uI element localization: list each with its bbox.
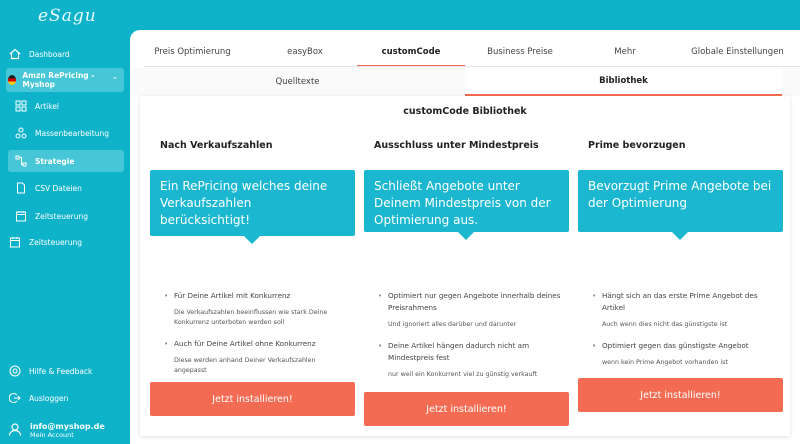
- card-point-detail: Diese werden anhand Deiner Verkaufszahle…: [174, 357, 316, 374]
- chevron-up-icon: ⌃: [112, 76, 118, 84]
- tab-quelltexte[interactable]: Quelltexte: [130, 68, 465, 96]
- install-button[interactable]: Jetzt installieren!: [364, 392, 569, 426]
- tab-mehr[interactable]: Mehr: [575, 38, 675, 66]
- sidebar-item-label: CSV Dateien: [35, 183, 82, 193]
- lifebuoy-icon: [8, 364, 22, 378]
- account-label: Mein Account: [30, 431, 74, 439]
- library-card-prime: Prime bevorzugen Bevorzugt Prime Angebot…: [578, 96, 783, 436]
- strategy-icon: [14, 154, 28, 168]
- sidebar-item-label: Artikel: [35, 101, 60, 111]
- card-points: Für Deine Artikel mit Konkurrenz Die Ver…: [164, 290, 349, 386]
- tab-business-preise[interactable]: Business Preise: [465, 38, 575, 66]
- library-content: customCode Bibliothek Nach Verkaufszahle…: [140, 96, 790, 436]
- card-bubble: Ein RePricing welches deine Verkaufszahl…: [150, 170, 355, 244]
- sidebar-item-label: Zeitsteuerung: [29, 237, 82, 247]
- home-icon: [8, 47, 22, 61]
- sidebar-item-strategie[interactable]: Strategie: [8, 150, 124, 172]
- help-feedback-link[interactable]: Hilfe & Feedback: [6, 360, 124, 382]
- card-point-detail: wenn kein Prime Angebot vorhanden ist: [602, 359, 728, 366]
- primary-tabs: Preis Optimierung easyBox customCode Bus…: [130, 38, 800, 67]
- card-point: Auch für Deine Artikel ohne Konkurrenz: [164, 338, 349, 350]
- sidebar-item-label: Dashboard: [29, 49, 70, 59]
- logout-link[interactable]: Ausloggen: [6, 387, 124, 409]
- card-point: Hängt sich an das erste Prime Angebot de…: [592, 290, 777, 314]
- install-button[interactable]: Jetzt installieren!: [578, 378, 783, 412]
- app-logo: eSagu: [38, 6, 97, 26]
- tab-customcode[interactable]: customCode: [357, 38, 465, 67]
- card-points: Optimiert nur gegen Angebote innerhalb d…: [378, 290, 563, 390]
- tab-easybox[interactable]: easyBox: [255, 38, 355, 66]
- help-label: Hilfe & Feedback: [29, 366, 93, 376]
- user-icon: [8, 421, 22, 440]
- card-heading: Prime bevorzugen: [588, 140, 686, 151]
- card-bubble: Schließt Angebote unter Deinem Mindestpr…: [364, 170, 569, 240]
- items-icon: [14, 99, 28, 113]
- library-card-verkaufszahlen: Nach Verkaufszahlen Ein RePricing welche…: [150, 96, 355, 436]
- sidebar-item-artikel[interactable]: Artikel: [8, 95, 124, 117]
- account-email: info@myshop.de: [30, 422, 105, 431]
- card-heading: Nach Verkaufszahlen: [160, 140, 273, 151]
- sidebar-item-label: Zeitsteuerung: [35, 211, 88, 221]
- logout-label: Ausloggen: [29, 393, 69, 403]
- logout-icon: [8, 391, 22, 405]
- card-bubble: Bevorzugt Prime Angebote bei der Optimie…: [578, 170, 783, 240]
- card-point: Optimiert gegen das günstigste Angebot: [592, 340, 777, 352]
- calendar-icon: [14, 209, 28, 223]
- card-heading: Ausschluss unter Mindestpreis: [374, 140, 539, 151]
- flag-icon: [8, 75, 17, 85]
- sidebar-item-massenbearbeitung[interactable]: Massenbearbeitung: [8, 122, 124, 144]
- card-point: Optimiert nur gegen Angebote innerhalb d…: [378, 290, 563, 314]
- card-point: Deine Artikel hängen dadurch nicht am Mi…: [378, 340, 563, 364]
- card-point-detail: nur weil ein Konkurrent viel zu günstig …: [388, 371, 538, 378]
- card-point-detail: Die Verkaufszahlen beeinflussen wie star…: [174, 309, 328, 326]
- tab-preis-optimierung[interactable]: Preis Optimierung: [130, 38, 255, 66]
- file-icon: [14, 181, 28, 195]
- tabs-divider: [144, 66, 800, 67]
- tab-bibliothek[interactable]: Bibliothek: [465, 68, 782, 96]
- sidebar-item-csv[interactable]: CSV Dateien: [8, 177, 124, 199]
- card-point-detail: Und ignoriert alles darüber und darunter: [388, 321, 517, 328]
- card-point: Für Deine Artikel mit Konkurrenz: [164, 290, 349, 302]
- sidebar-item-zeitsteuerung-sub[interactable]: Zeitsteuerung: [8, 205, 124, 227]
- install-button[interactable]: Jetzt installieren!: [150, 382, 355, 416]
- secondary-tabs: Quelltexte Bibliothek: [130, 68, 800, 96]
- sidebar-item-shop[interactable]: Amzn RePricing - Myshop ⌃: [6, 68, 124, 92]
- card-point-detail: Auch wenn dies nicht das günstigste ist: [602, 321, 728, 328]
- sidebar: eSagu Dashboard Amzn RePricing - Myshop …: [0, 0, 130, 444]
- main-panel: Preis Optimierung easyBox customCode Bus…: [130, 30, 800, 444]
- sidebar-item-label: Amzn RePricing - Myshop: [22, 71, 95, 89]
- sidebar-item-label: Strategie: [35, 156, 75, 166]
- sidebar-item-label: Massenbearbeitung: [35, 128, 109, 138]
- tab-globale-einstellungen[interactable]: Globale Einstellungen: [675, 38, 800, 66]
- sidebar-item-zeitsteuerung[interactable]: Zeitsteuerung: [6, 231, 124, 253]
- card-points: Hängt sich an das erste Prime Angebot de…: [592, 290, 777, 378]
- account-menu[interactable]: info@myshop.de Mein Account: [6, 421, 105, 440]
- sidebar-item-dashboard[interactable]: Dashboard: [6, 43, 124, 65]
- library-card-mindestpreis: Ausschluss unter Mindestpreis Schließt A…: [364, 96, 569, 436]
- bulk-icon: [14, 126, 28, 140]
- calendar-icon: [8, 235, 22, 249]
